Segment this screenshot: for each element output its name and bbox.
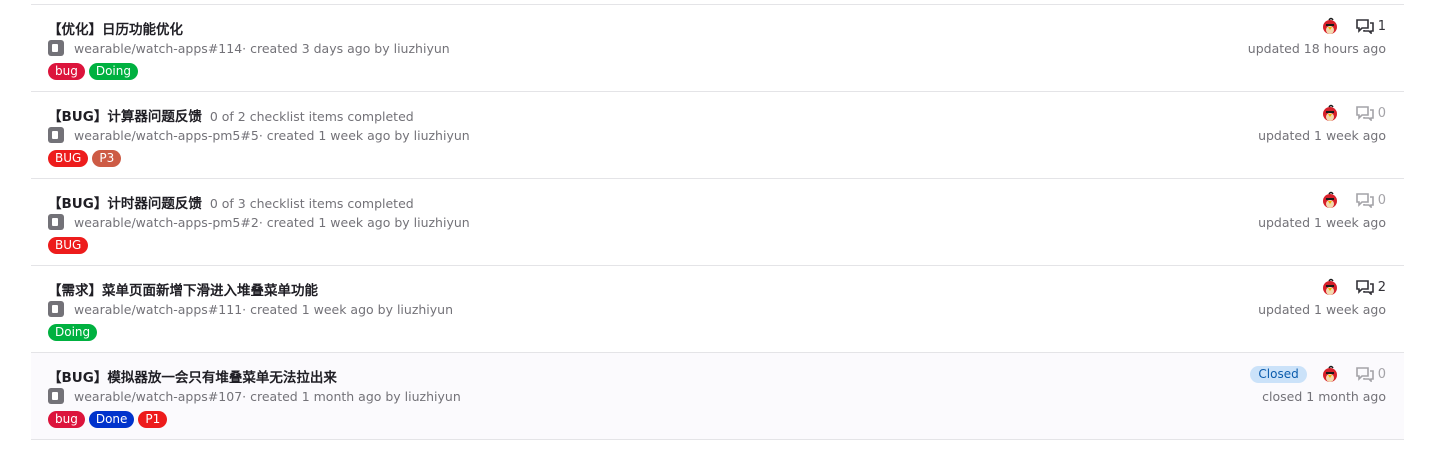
issue-title[interactable]: 【BUG】模拟器放一会只有堆叠菜单无法拉出来	[48, 370, 337, 386]
issue-labels: Doing	[48, 324, 98, 341]
label-badge[interactable]: BUG	[48, 237, 89, 254]
issue-updated: updated 1 week ago	[1258, 215, 1386, 230]
issue-reference[interactable]: wearable/watch-apps#114	[74, 41, 242, 56]
issue-row: 【BUG】模拟器放一会只有堆叠菜单无法拉出来 wearable/watch-ap…	[31, 353, 1404, 440]
issue-labels: BUG P3	[48, 150, 122, 167]
issue-row: 【BUG】计算器问题反馈 0 of 2 checklist items compl…	[31, 92, 1404, 179]
issue-type-icon	[48, 40, 64, 56]
issue-created-info: · created 3 days ago by liuzhiyun	[242, 40, 450, 56]
issue-closed: closed 1 month ago	[1262, 389, 1386, 404]
issue-created-info: · created 1 month ago by liuzhiyun	[242, 388, 461, 404]
assignee-avatar-icon[interactable]	[1321, 278, 1339, 296]
issue-title[interactable]: 【优化】日历功能优化	[48, 22, 183, 38]
issue-row: 【优化】日历功能优化 wearable/watch-apps#114 · cre…	[31, 5, 1404, 92]
issue-type-icon	[48, 127, 64, 143]
issue-labels: bug Doing	[48, 63, 138, 80]
comments-icon	[1355, 193, 1374, 208]
issue-created-info: · created 1 week ago by liuzhiyun	[242, 301, 454, 317]
checklist-progress: 0 of 2 checklist items completed	[209, 109, 414, 124]
assignee-avatar-icon[interactable]	[1321, 104, 1339, 122]
issue-labels: bug Done P1	[48, 411, 168, 428]
issue-reference[interactable]: wearable/watch-apps-pm5#5	[74, 128, 259, 143]
issue-labels: BUG	[48, 237, 89, 254]
label-badge[interactable]: P3	[92, 150, 122, 167]
issue-row: 【BUG】计时器问题反馈 0 of 3 checklist items compl…	[31, 179, 1404, 266]
issue-updated: updated 1 week ago	[1258, 302, 1386, 317]
issue-title[interactable]: 【BUG】计算器问题反馈	[48, 109, 202, 125]
issue-list: 【优化】日历功能优化 wearable/watch-apps#114 · cre…	[31, 4, 1404, 440]
comments-icon	[1355, 280, 1374, 295]
issue-created-info: · created 1 week ago by liuzhiyun	[258, 127, 470, 143]
comments-icon	[1355, 106, 1374, 121]
label-badge[interactable]: P1	[138, 411, 168, 428]
status-badge: Closed	[1250, 365, 1307, 383]
issue-title[interactable]: 【需求】菜单页面新增下滑进入堆叠菜单功能	[48, 283, 318, 299]
issue-updated: updated 18 hours ago	[1247, 41, 1386, 56]
comments-count[interactable]: 1	[1355, 18, 1386, 34]
issue-created-info: · created 1 week ago by liuzhiyun	[258, 214, 470, 230]
issue-type-icon	[48, 388, 64, 404]
assignee-avatar-icon[interactable]	[1321, 365, 1339, 383]
issue-type-icon	[48, 301, 64, 317]
issue-type-icon	[48, 214, 64, 230]
label-badge[interactable]: bug	[48, 411, 85, 428]
comments-count[interactable]: 0	[1355, 192, 1386, 208]
label-badge[interactable]: Doing	[48, 324, 98, 341]
issue-updated: updated 1 week ago	[1258, 128, 1386, 143]
comments-count[interactable]: 0	[1355, 105, 1386, 121]
label-badge[interactable]: Done	[88, 411, 135, 428]
issue-reference[interactable]: wearable/watch-apps-pm5#2	[74, 215, 259, 230]
comments-count[interactable]: 2	[1355, 279, 1386, 295]
issue-title[interactable]: 【BUG】计时器问题反馈	[48, 196, 202, 212]
label-badge[interactable]: bug	[48, 63, 85, 80]
checklist-progress: 0 of 3 checklist items completed	[209, 196, 414, 211]
label-badge[interactable]: Doing	[88, 63, 138, 80]
issue-reference[interactable]: wearable/watch-apps#111	[74, 302, 242, 317]
comments-icon	[1355, 367, 1374, 382]
comments-icon	[1355, 19, 1374, 34]
comments-count[interactable]: 0	[1355, 366, 1386, 382]
assignee-avatar-icon[interactable]	[1321, 17, 1339, 35]
assignee-avatar-icon[interactable]	[1321, 191, 1339, 209]
issue-row: 【需求】菜单页面新增下滑进入堆叠菜单功能 wearable/watch-apps…	[31, 266, 1404, 353]
label-badge[interactable]: BUG	[48, 150, 89, 167]
issue-reference[interactable]: wearable/watch-apps#107	[74, 389, 242, 404]
